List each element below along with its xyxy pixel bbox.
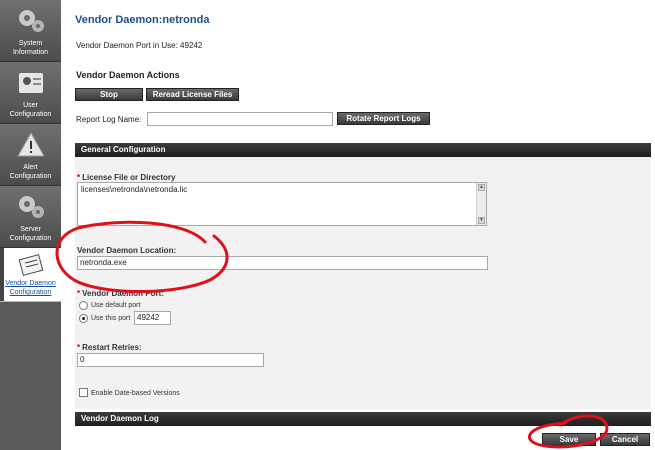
restart-retries-input[interactable]: 0 (77, 353, 264, 367)
sidebar-item-server-configuration[interactable]: Server Configuration (0, 186, 61, 248)
actions-title: Vendor Daemon Actions (76, 70, 180, 80)
sidebar-item-label: System Information (12, 40, 49, 56)
sidebar-item-vendor-daemon-configuration[interactable]: Vendor Daemon Configuration (0, 248, 61, 302)
use-this-port-label: Use this port (91, 315, 131, 322)
textarea-scrollbar[interactable]: ▲ ▼ (476, 183, 486, 225)
gears-icon (19, 196, 44, 218)
stop-button[interactable]: Stop (75, 88, 143, 101)
vendor-daemon-log-header: Vendor Daemon Log (75, 412, 651, 426)
use-default-port-radio[interactable] (79, 301, 88, 310)
sidebar-item-label: Vendor Daemon Configuration (5, 280, 56, 296)
rotate-report-logs-button[interactable]: Rotate Report Logs (337, 112, 430, 125)
sidebar-item-label: Alert Configuration (9, 164, 52, 180)
sidebar-item-system-information[interactable]: System Information (0, 0, 61, 62)
enable-date-based-versions-label: Enable Date-based Versions (91, 390, 180, 397)
save-button[interactable]: Save (542, 433, 596, 446)
license-file-value: licenses\netronda\netronda.lic (81, 185, 188, 194)
vendor-daemon-port-label: * Vendor Daemon Port: (77, 289, 164, 298)
report-log-name-input[interactable] (147, 112, 333, 126)
scroll-up-icon[interactable]: ▲ (478, 184, 485, 191)
page-title: Vendor Daemon:netronda (75, 14, 210, 26)
vendor-daemon-location-label: Vendor Daemon Location: (77, 246, 177, 255)
license-file-label: * License File or Directory (77, 173, 176, 182)
use-default-port-label: Use default port (91, 302, 141, 309)
port-number-input[interactable]: 49242 (134, 311, 171, 325)
sidebar-item-user-configuration[interactable]: User Configuration (0, 62, 61, 124)
warning-icon (17, 131, 45, 157)
port-in-use-text: Vendor Daemon Port in Use: 49242 (76, 41, 203, 50)
sidebar-item-alert-configuration[interactable]: Alert Configuration (0, 124, 61, 186)
use-this-port-radio[interactable] (79, 314, 88, 323)
enable-date-based-versions-checkbox[interactable] (79, 388, 88, 397)
sidebar-item-label: Server Configuration (9, 226, 52, 242)
scroll-down-icon[interactable]: ▼ (478, 217, 485, 224)
id-card-icon (19, 73, 43, 93)
vendor-daemon-location-input[interactable]: netronda.exe (77, 256, 488, 270)
report-log-name-label: Report Log Name: (76, 115, 142, 124)
license-file-textarea[interactable]: licenses\netronda\netronda.lic ▲ ▼ (77, 182, 487, 226)
gears-icon (19, 10, 44, 32)
sidebar-item-label: User Configuration (9, 102, 52, 118)
certificate-icon (18, 254, 44, 276)
general-configuration-header: General Configuration (75, 143, 651, 157)
cancel-button[interactable]: Cancel (600, 433, 650, 446)
sidebar: System Information User Configuration Aler… (0, 0, 61, 450)
reread-license-files-button[interactable]: Reread License Files (146, 88, 239, 101)
restart-retries-label: * Restart Retries: (77, 343, 142, 352)
